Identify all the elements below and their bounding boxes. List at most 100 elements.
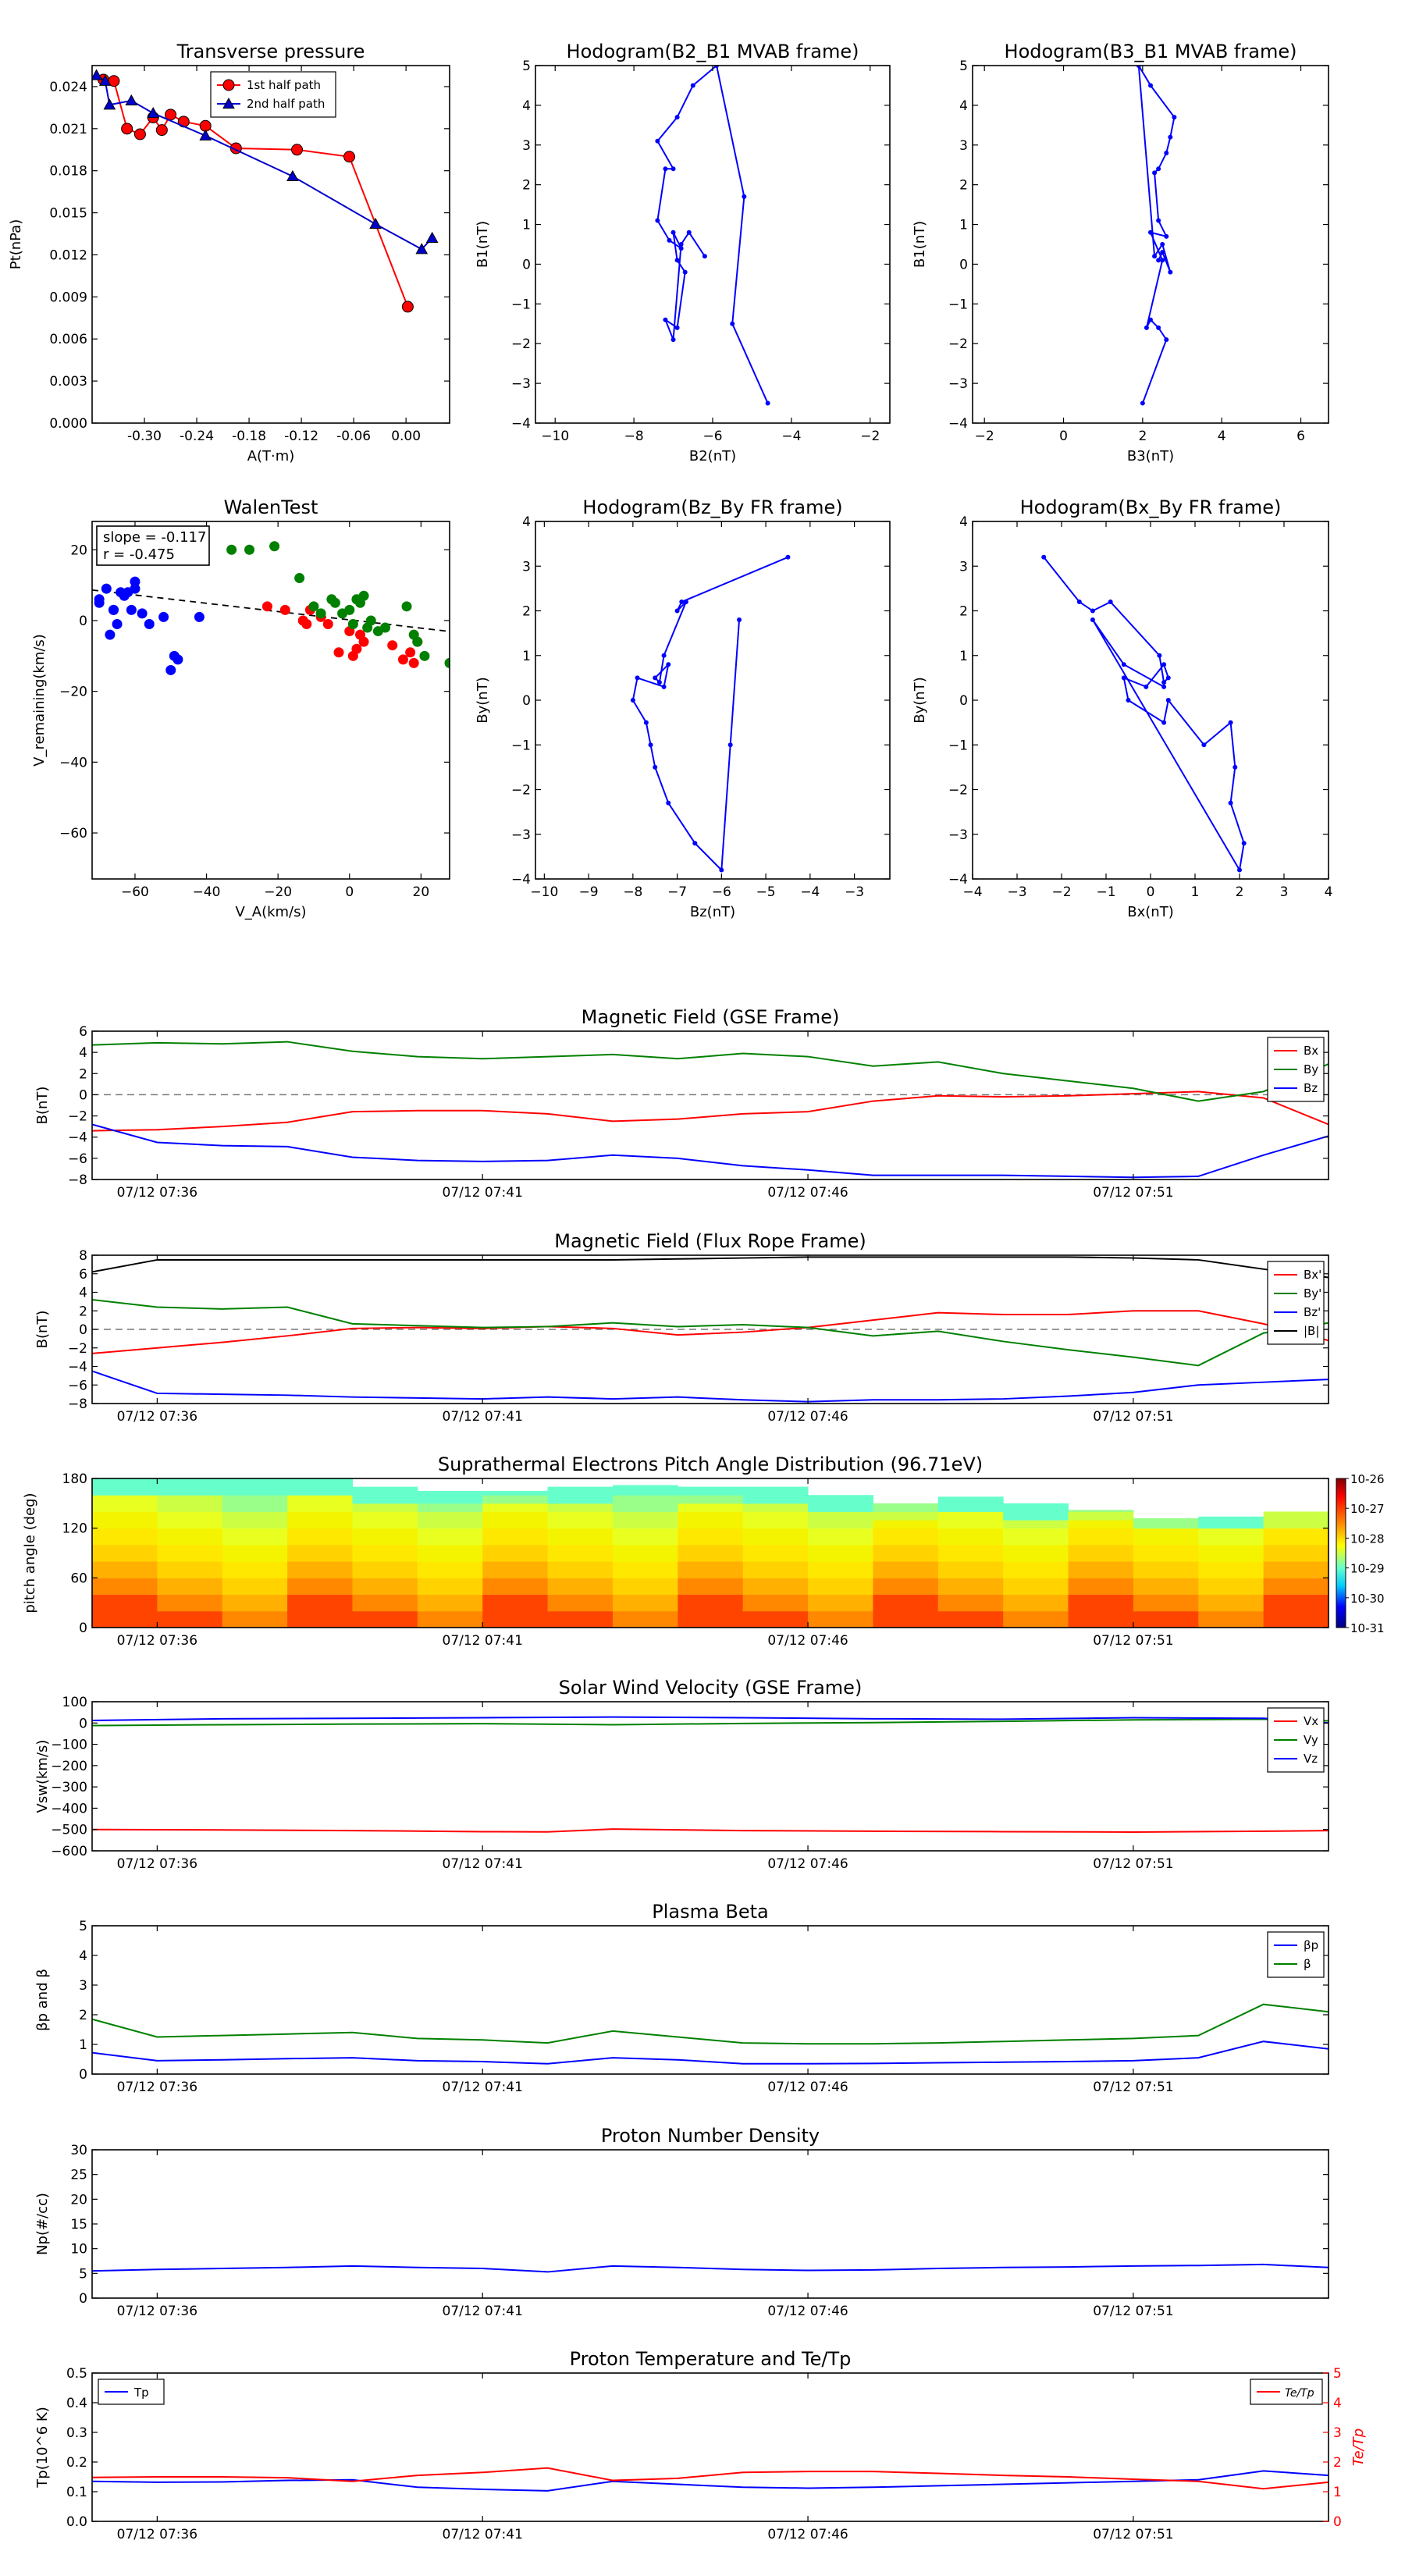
heatmap-cell bbox=[157, 1561, 223, 1571]
scatter-point bbox=[130, 583, 140, 594]
heatmap-cell bbox=[157, 1603, 223, 1612]
heatmap-cell bbox=[1068, 1585, 1134, 1596]
y-tick-label: 3 bbox=[522, 138, 531, 154]
heatmap-cell bbox=[352, 1561, 418, 1571]
plot-frame bbox=[535, 65, 891, 424]
heatmap-cell bbox=[1133, 1528, 1199, 1537]
data-point bbox=[1164, 150, 1169, 155]
data-point bbox=[679, 600, 685, 605]
heatmap-cell bbox=[678, 1569, 744, 1578]
heatmap-cell bbox=[678, 1528, 744, 1537]
heatmap-cell bbox=[1068, 1528, 1134, 1537]
scatter-point bbox=[112, 619, 123, 630]
heatmap-cell bbox=[678, 1585, 744, 1596]
data-layer bbox=[92, 1716, 1329, 1833]
heatmap-cell bbox=[1133, 1544, 1199, 1553]
data-point bbox=[1228, 720, 1233, 725]
heatmap-cell bbox=[482, 1610, 549, 1620]
heatmap-cell bbox=[92, 1569, 158, 1578]
data-point bbox=[643, 720, 649, 725]
heatmap-cell bbox=[1003, 1610, 1069, 1620]
heatmap-cell bbox=[808, 1603, 873, 1612]
data-point bbox=[667, 237, 672, 243]
data-point bbox=[1108, 600, 1113, 605]
heatmap-cell bbox=[1263, 1520, 1329, 1529]
x-tick-label: 07/12 07:41 bbox=[443, 1856, 523, 1872]
heatmap-cell bbox=[612, 1594, 678, 1603]
x-axis-label: B2(nT) bbox=[689, 448, 736, 464]
data-point bbox=[1161, 684, 1167, 689]
heatmap-cell bbox=[482, 1553, 549, 1562]
heatmap-cell bbox=[352, 1553, 418, 1562]
y-tick-label: −3 bbox=[948, 827, 968, 843]
heatmap-cell bbox=[287, 1610, 353, 1620]
data-point bbox=[1165, 675, 1171, 681]
heatmap-cell bbox=[1198, 1585, 1264, 1596]
heatmap-cell bbox=[873, 1511, 939, 1521]
data-point bbox=[1156, 258, 1161, 263]
heatmap-cell bbox=[808, 1544, 873, 1553]
heatmap-cell bbox=[1263, 1569, 1329, 1578]
heatmap-cell bbox=[287, 1594, 353, 1603]
series-line-2 bbox=[92, 1370, 1329, 1403]
data-point bbox=[286, 169, 299, 181]
y-tick-label: 5 bbox=[522, 59, 531, 74]
y-tick-label: 0.5 bbox=[66, 2366, 87, 2382]
x-tick-label: 0 bbox=[345, 884, 354, 900]
heatmap-cell bbox=[157, 1569, 223, 1578]
heatmap-cell bbox=[92, 1561, 158, 1571]
heatmap-cell bbox=[547, 1594, 614, 1603]
heatmap-cell bbox=[1133, 1619, 1199, 1628]
heatmap-cell bbox=[287, 1569, 353, 1578]
heatmap-cell bbox=[157, 1478, 223, 1488]
heatmap-cell bbox=[742, 1619, 809, 1628]
y-tick-label: −4 bbox=[68, 1360, 87, 1375]
y-tick-label: 4 bbox=[79, 1948, 87, 1964]
heatmap-cell bbox=[1198, 1520, 1264, 1529]
heatmap-cell bbox=[742, 1520, 809, 1529]
legend-label: Vz bbox=[1304, 1752, 1318, 1766]
data-point bbox=[765, 400, 770, 406]
series-line-0 bbox=[92, 2263, 1329, 2273]
x-tick-label: −10 bbox=[541, 429, 569, 444]
heatmap-cell bbox=[287, 1536, 353, 1546]
y-tick-label: −40 bbox=[59, 755, 87, 770]
x-tick-label: 0 bbox=[1147, 884, 1155, 900]
heatmap-cell bbox=[1133, 1569, 1199, 1578]
series-line-0 bbox=[92, 1310, 1329, 1354]
heatmap-cell bbox=[222, 1544, 288, 1553]
heatmap-cell bbox=[92, 1536, 158, 1546]
scatter-point bbox=[358, 636, 369, 647]
x-tick-label: 07/12 07:51 bbox=[1093, 1409, 1173, 1425]
data-layer bbox=[1041, 554, 1247, 873]
heatmap-cell bbox=[612, 1520, 678, 1529]
heatmap-cell bbox=[1198, 1594, 1264, 1603]
chart-title: Hodogram(Bx_By FR frame) bbox=[1020, 496, 1282, 518]
chart-title: Transverse pressure bbox=[176, 41, 365, 62]
chart-pad: Suprathermal Electrons Pitch Angle Distr… bbox=[22, 1453, 1385, 1649]
data-point bbox=[1152, 170, 1158, 176]
heatmap-cell bbox=[352, 1619, 418, 1628]
scatter-point bbox=[226, 544, 237, 555]
y-tick-label: 6 bbox=[79, 1024, 87, 1040]
heatmap-cell bbox=[547, 1486, 614, 1496]
series-line-1 bbox=[92, 1299, 1329, 1367]
y-tick-label: −6 bbox=[68, 1151, 87, 1167]
legend-label: Bx' bbox=[1304, 1268, 1321, 1282]
heatmap-cell bbox=[482, 1585, 549, 1596]
y-tick-label: −1 bbox=[948, 738, 968, 753]
heatmap-cell bbox=[678, 1610, 744, 1620]
heatmap-cell bbox=[547, 1585, 614, 1596]
heatmap-cell bbox=[1068, 1561, 1134, 1571]
heatmap-cell bbox=[808, 1561, 873, 1571]
y-tick-label: 25 bbox=[70, 2168, 87, 2183]
heatmap-cell bbox=[352, 1585, 418, 1596]
heatmap-cell bbox=[92, 1610, 158, 1620]
colorbar-label: 10-30 bbox=[1350, 1592, 1385, 1606]
y-tick-label: −1 bbox=[511, 738, 531, 753]
heatmap-cell bbox=[873, 1569, 939, 1578]
data-point bbox=[1237, 867, 1242, 873]
heatmap-cell bbox=[417, 1569, 483, 1578]
y-axis-label: Pt(nPa) bbox=[8, 219, 24, 269]
heatmap-cell bbox=[612, 1610, 678, 1620]
